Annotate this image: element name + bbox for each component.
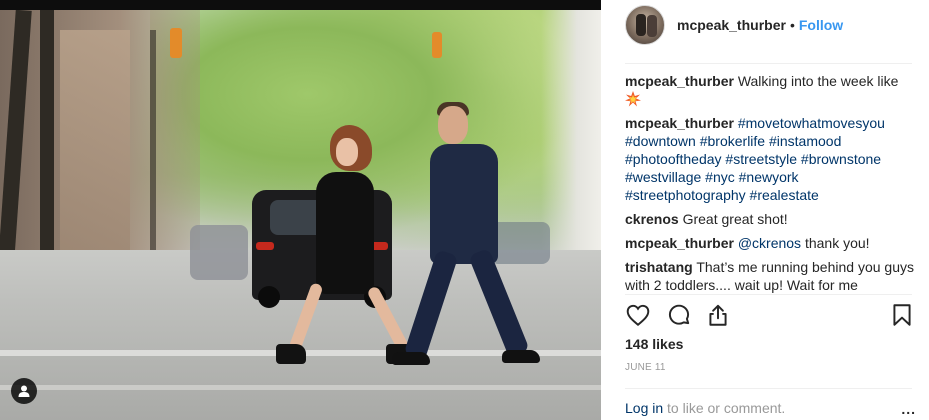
comment-text: Walking into the week like	[737, 73, 899, 89]
hashtag-link[interactable]: #nyc	[705, 169, 735, 185]
comment-button[interactable]	[666, 302, 694, 330]
bookmark-icon	[893, 304, 911, 326]
avatar-figure	[636, 14, 646, 36]
hashtag-link[interactable]: #realestate	[750, 187, 819, 203]
divider	[625, 63, 912, 64]
post-photo[interactable]	[0, 0, 601, 420]
share-icon	[709, 304, 727, 326]
share-button[interactable]	[705, 302, 733, 330]
divider	[625, 294, 912, 295]
comment-user[interactable]: ckrenos	[625, 211, 679, 227]
more-options-button[interactable]: ...	[901, 401, 916, 417]
login-link[interactable]: Log in	[625, 400, 663, 416]
post-header: mcpeak_thurber • Follow	[625, 5, 843, 45]
avatar-figure	[647, 15, 657, 37]
comment-user[interactable]: mcpeak_thurber	[625, 235, 734, 251]
comment-text: Great great shot!	[682, 211, 788, 227]
login-prompt: Log in to like or comment.	[625, 400, 915, 416]
hashtag-link[interactable]: #westvillage	[625, 169, 701, 185]
photo-top-border	[0, 0, 601, 10]
action-bar	[625, 302, 915, 330]
collision-icon	[625, 91, 641, 107]
car	[190, 225, 248, 280]
wheel	[258, 286, 280, 308]
list-item: trishatang That’s me running behind you …	[625, 258, 917, 294]
comment-text: thank you!	[804, 235, 870, 251]
hashtag-link[interactable]: #photooftheday	[625, 151, 722, 167]
hashtag-link[interactable]: #movetowhatmovesyou	[738, 115, 885, 131]
list-item: ckrenos Great great shot!	[625, 210, 917, 228]
like-button[interactable]	[625, 302, 653, 330]
comment-user[interactable]: mcpeak_thurber	[625, 73, 734, 89]
street-scene	[0, 10, 601, 420]
hashtag-link[interactable]: #streetphotography	[625, 187, 746, 203]
crosswalk-line	[0, 385, 601, 390]
list-item: mcpeak_thurber @ckrenos thank you!	[625, 234, 917, 252]
tagged-users-button[interactable]	[11, 378, 37, 404]
comments-list[interactable]: mcpeak_thurber Walking into the week lik…	[625, 72, 917, 294]
comment-user[interactable]: mcpeak_thurber	[625, 115, 734, 131]
man-head	[438, 106, 468, 144]
post-sidebar: mcpeak_thurber • Follow mcpeak_thurber W…	[601, 0, 929, 420]
car	[490, 222, 550, 264]
mention-link[interactable]: @ckrenos	[738, 235, 801, 251]
follow-button[interactable]: Follow	[799, 17, 843, 33]
man-shoe	[502, 350, 540, 363]
login-prompt-text: to like or comment.	[667, 400, 786, 416]
tree-trunk	[150, 30, 156, 260]
hashtag-link[interactable]: #brokerlife	[700, 133, 765, 149]
man-jacket	[430, 144, 498, 264]
username-link[interactable]: mcpeak_thurber	[677, 17, 786, 33]
comment-user[interactable]: trishatang	[625, 259, 693, 275]
divider	[625, 388, 912, 389]
man-shoe	[392, 352, 430, 365]
list-item: mcpeak_thurber #movetowhatmovesyou #down…	[625, 114, 917, 204]
building-left-facade	[60, 30, 130, 260]
likes-count[interactable]: 148 likes	[625, 336, 683, 352]
avatar[interactable]	[625, 5, 665, 45]
comment-icon	[668, 304, 690, 325]
woman-face	[336, 138, 358, 166]
person-icon	[18, 385, 30, 397]
separator-dot: •	[789, 17, 795, 33]
hashtag-link[interactable]: #newyork	[739, 169, 799, 185]
tail-light	[256, 242, 274, 250]
building-right	[541, 10, 601, 270]
traffic-light	[170, 28, 182, 58]
post-date[interactable]: JUNE 11	[625, 362, 666, 373]
traffic-light	[432, 32, 442, 58]
woman-boot	[276, 344, 306, 364]
hashtag-link[interactable]: #brownstone	[801, 151, 881, 167]
woman-dress	[316, 172, 374, 294]
hashtag-link[interactable]: #downtown	[625, 133, 696, 149]
hashtag-link[interactable]: #instamood	[769, 133, 841, 149]
heart-icon	[626, 304, 650, 327]
list-item: mcpeak_thurber Walking into the week lik…	[625, 72, 917, 108]
save-button[interactable]	[889, 302, 917, 330]
hashtag-link[interactable]: #streetstyle	[725, 151, 797, 167]
tree-trunk	[40, 10, 54, 280]
